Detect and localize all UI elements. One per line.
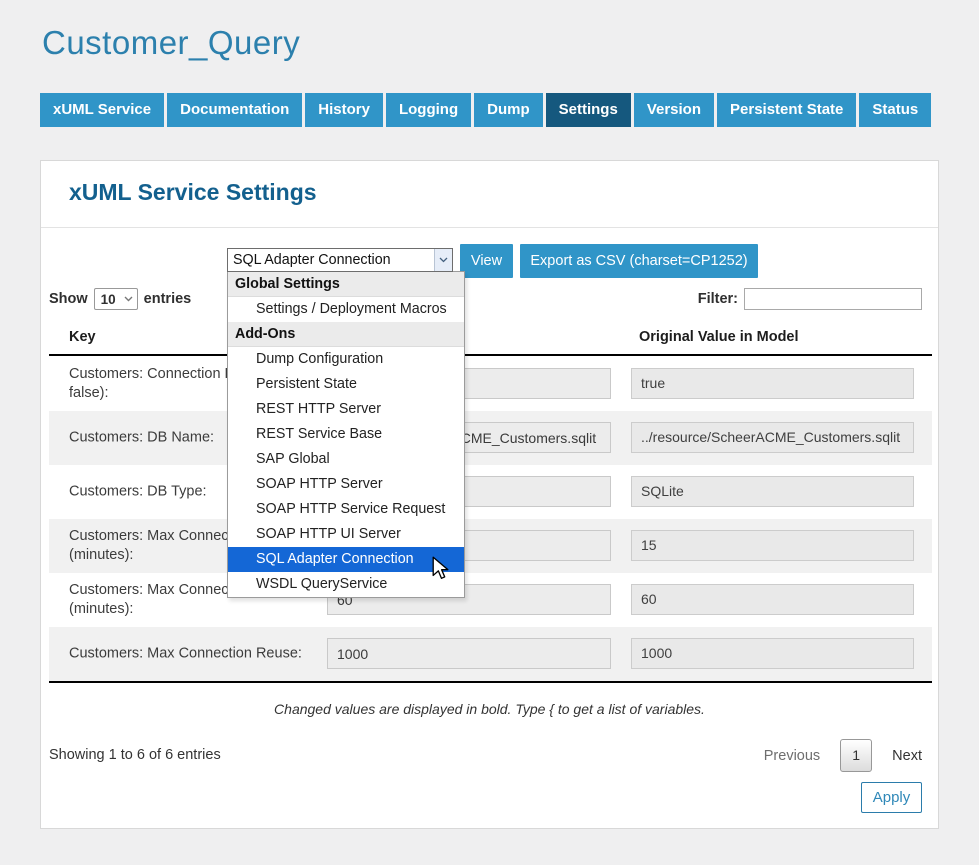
previous-page-button[interactable]: Previous — [764, 748, 820, 764]
setting-original-value: ../resource/ScheerACME_Customers.sqlit — [631, 422, 914, 453]
dropdown-option-sap-global[interactable]: SAP Global — [228, 447, 464, 472]
dropdown-group-add-ons: Add-Ons — [228, 322, 464, 347]
tab-logging[interactable]: Logging — [386, 93, 471, 127]
showing-entries-text: Showing 1 to 6 of 6 entries — [49, 747, 221, 763]
tab-settings[interactable]: Settings — [546, 93, 631, 127]
table-header-divider — [49, 354, 932, 356]
next-page-button[interactable]: Next — [892, 748, 922, 764]
setting-original-value: 15 — [631, 530, 914, 561]
dropdown-option-soap-http-ui-server[interactable]: SOAP HTTP UI Server — [228, 522, 464, 547]
setting-value-input[interactable] — [327, 638, 611, 669]
column-header-original-value: Original Value in Model — [639, 329, 799, 345]
table-row: Customers: Max Connection Reuse: 1000 — [49, 627, 932, 681]
tab-history[interactable]: History — [305, 93, 383, 127]
tab-status[interactable]: Status — [859, 93, 931, 127]
heading-divider — [41, 227, 938, 228]
tab-version[interactable]: Version — [634, 93, 714, 127]
dropdown-option-settings-deployment-macros[interactable]: Settings / Deployment Macros — [228, 297, 464, 322]
filter-label: Filter: — [698, 291, 738, 307]
panel-heading: xUML Service Settings — [69, 179, 317, 206]
settings-category-dropdown: Global Settings Settings / Deployment Ma… — [227, 271, 465, 598]
chevron-down-icon — [124, 296, 133, 302]
table-row: Customers: Max Connection Age (minutes):… — [49, 519, 932, 573]
apply-button[interactable]: Apply — [861, 782, 922, 813]
dropdown-option-rest-service-base[interactable]: REST Service Base — [228, 422, 464, 447]
table-row: Customers: DB Name: ../resource/ScheerAC… — [49, 411, 932, 465]
table-row: Customers: Connection Pooling (true/ fal… — [49, 357, 932, 411]
export-csv-button[interactable]: Export as CSV (charset=CP1252) — [520, 244, 758, 278]
column-header-key: Key — [69, 329, 96, 345]
dropdown-option-wsdl-queryservice[interactable]: WSDL QueryService — [228, 572, 464, 597]
dropdown-option-soap-http-service-request[interactable]: SOAP HTTP Service Request — [228, 497, 464, 522]
settings-table-body: Customers: Connection Pooling (true/ fal… — [49, 357, 932, 681]
table-controls-row: Show 10 entries Filter: — [41, 288, 938, 312]
table-header-row: Key Original Value in Model — [49, 329, 932, 355]
page-title: Customer_Query — [42, 24, 300, 62]
dropdown-option-rest-http-server[interactable]: REST HTTP Server — [228, 397, 464, 422]
view-button[interactable]: View — [460, 244, 513, 278]
dropdown-option-persistent-state[interactable]: Persistent State — [228, 372, 464, 397]
page: Customer_Query xUML Service Documentatio… — [0, 0, 979, 865]
dropdown-option-dump-configuration[interactable]: Dump Configuration — [228, 347, 464, 372]
tab-dump[interactable]: Dump — [474, 93, 543, 127]
entries-label: entries — [144, 291, 192, 307]
dropdown-option-soap-http-server[interactable]: SOAP HTTP Server — [228, 472, 464, 497]
setting-original-value: 1000 — [631, 638, 914, 669]
pagination: Previous 1 Next — [764, 739, 922, 772]
filter-control: Filter: — [698, 288, 922, 310]
chevron-down-icon — [439, 257, 448, 263]
tab-xuml-service[interactable]: xUML Service — [40, 93, 164, 127]
table-bottom-divider — [49, 681, 932, 683]
table-footer-row: Showing 1 to 6 of 6 entries Previous 1 N… — [41, 739, 938, 773]
tab-persistent-state[interactable]: Persistent State — [717, 93, 856, 127]
tab-bar: xUML Service Documentation History Loggi… — [40, 93, 931, 127]
page-length-value: 10 — [101, 292, 116, 307]
selected-category-value: SQL Adapter Connection — [228, 252, 434, 268]
hint-note: Changed values are displayed in bold. Ty… — [41, 701, 938, 717]
setting-original-value: SQLite — [631, 476, 914, 507]
page-length-select[interactable]: 10 — [94, 288, 138, 310]
settings-category-select[interactable]: SQL Adapter Connection — [227, 248, 453, 272]
dropdown-group-global-settings: Global Settings — [228, 272, 464, 297]
dropdown-option-sql-adapter-connection[interactable]: SQL Adapter Connection — [228, 547, 464, 572]
table-row: Customers: DB Type: SQLite — [49, 465, 932, 519]
show-label: Show — [49, 291, 88, 307]
filter-input[interactable] — [744, 288, 922, 310]
page-number-button[interactable]: 1 — [840, 739, 872, 772]
settings-card: xUML Service Settings View Export as CSV… — [40, 160, 939, 829]
setting-original-value: 60 — [631, 584, 914, 615]
table-row: Customers: Max Connection Idle Time (min… — [49, 573, 932, 627]
setting-key: Customers: Max Connection Reuse: — [69, 645, 369, 664]
page-length-control: Show 10 entries — [49, 288, 191, 310]
setting-original-value: true — [631, 368, 914, 399]
select-arrow-zone[interactable] — [434, 249, 452, 271]
tab-documentation[interactable]: Documentation — [167, 93, 302, 127]
